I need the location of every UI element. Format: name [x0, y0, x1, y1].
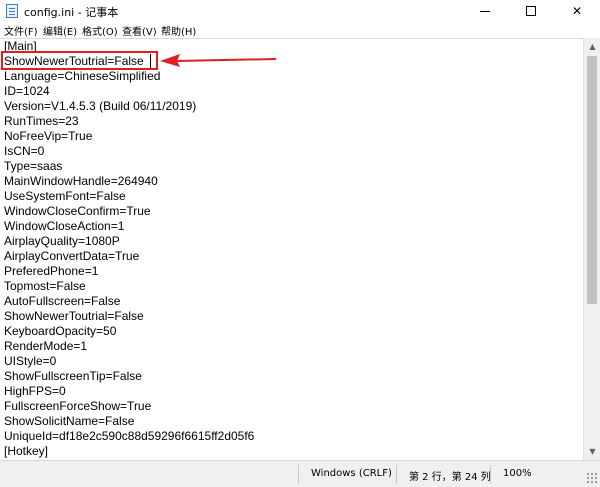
text-line: [Hotkey] [4, 444, 49, 458]
text-line: FullscreenForceShow=True [4, 399, 152, 413]
window-title: config.ini - 记事本 [24, 6, 119, 19]
menu-bar: 文件(F) 编辑(E) 格式(O) 查看(V) 帮助(H) [0, 22, 600, 38]
highlight-box [1, 51, 158, 70]
close-button[interactable]: ✕ [554, 0, 600, 22]
annotation-arrow-icon [160, 54, 277, 67]
minimize-icon [480, 10, 490, 12]
text-line: AirplayConvertData=True [4, 249, 140, 263]
status-separator [298, 465, 299, 484]
status-separator [490, 465, 491, 484]
text-line: UIStyle=0 [4, 354, 57, 368]
text-line: MainWindowHandle=264940 [4, 174, 158, 188]
zoom-status: 100% [503, 468, 532, 479]
text-line: NoFreeVip=True [4, 129, 93, 143]
notepad-icon [6, 4, 18, 18]
text-line: RenderMode=1 [4, 339, 88, 353]
menu-view[interactable]: 查看(V) [122, 23, 157, 38]
cursor-position-status: 第 2 行，第 24 列 [409, 472, 491, 483]
text-line: ShowSolicitName=False [4, 414, 135, 428]
scroll-up-icon[interactable]: ▲ [584, 38, 600, 55]
text-line: PreferedPhone=1 [4, 264, 99, 278]
status-separator [396, 465, 397, 484]
menu-edit[interactable]: 编辑(E) [43, 23, 77, 38]
text-line: ID=1024 [4, 84, 50, 98]
text-line: Topmost=False [4, 279, 86, 293]
text-line: ShowNewerToutrial=False [4, 309, 144, 323]
scroll-down-icon[interactable]: ▼ [584, 443, 600, 460]
text-line: UniqueId=df18e2c590c88d59296f6615ff2d05f… [4, 429, 255, 443]
line-ending-status: Windows (CRLF) [311, 468, 392, 479]
close-icon: ✕ [571, 4, 583, 18]
text-line: KeyboardOpacity=50 [4, 324, 117, 338]
text-line: ShowFullscreenTip=False [4, 369, 142, 383]
resize-grip-icon[interactable] [586, 472, 597, 483]
text-line: Version=V1.4.5.3 (Build 06/11/2019) [4, 99, 197, 113]
vertical-scrollbar[interactable]: ▲ ▼ [583, 38, 600, 460]
text-line: WindowCloseConfirm=True [4, 204, 151, 218]
maximize-button[interactable] [508, 0, 554, 22]
text-line: Type=saas [4, 159, 63, 173]
status-bar: Windows (CRLF) 第 2 行，第 24 列 100% [0, 460, 600, 487]
menu-help[interactable]: 帮助(H) [161, 23, 196, 38]
text-line: AirplayQuality=1080P [4, 234, 120, 248]
text-line: WindowCloseAction=1 [4, 219, 125, 233]
scroll-thumb[interactable] [587, 56, 597, 304]
menu-file[interactable]: 文件(F) [4, 23, 38, 38]
maximize-icon [526, 6, 536, 16]
menu-format[interactable]: 格式(O) [82, 23, 118, 38]
text-line: UseSystemFont=False [4, 189, 126, 203]
text-line: IsCN=0 [4, 144, 45, 158]
minimize-button[interactable] [462, 0, 508, 22]
text-line: AutoFullscreen=False [4, 294, 121, 308]
text-line: Language=ChineseSimplified [4, 69, 161, 83]
title-bar[interactable]: config.ini - 记事本 ✕ [0, 0, 600, 22]
text-editor[interactable]: [Main] ShowNewerToutrial=False Language=… [0, 38, 583, 460]
text-line: HighFPS=0 [4, 384, 66, 398]
text-line: RunTimes=23 [4, 114, 79, 128]
